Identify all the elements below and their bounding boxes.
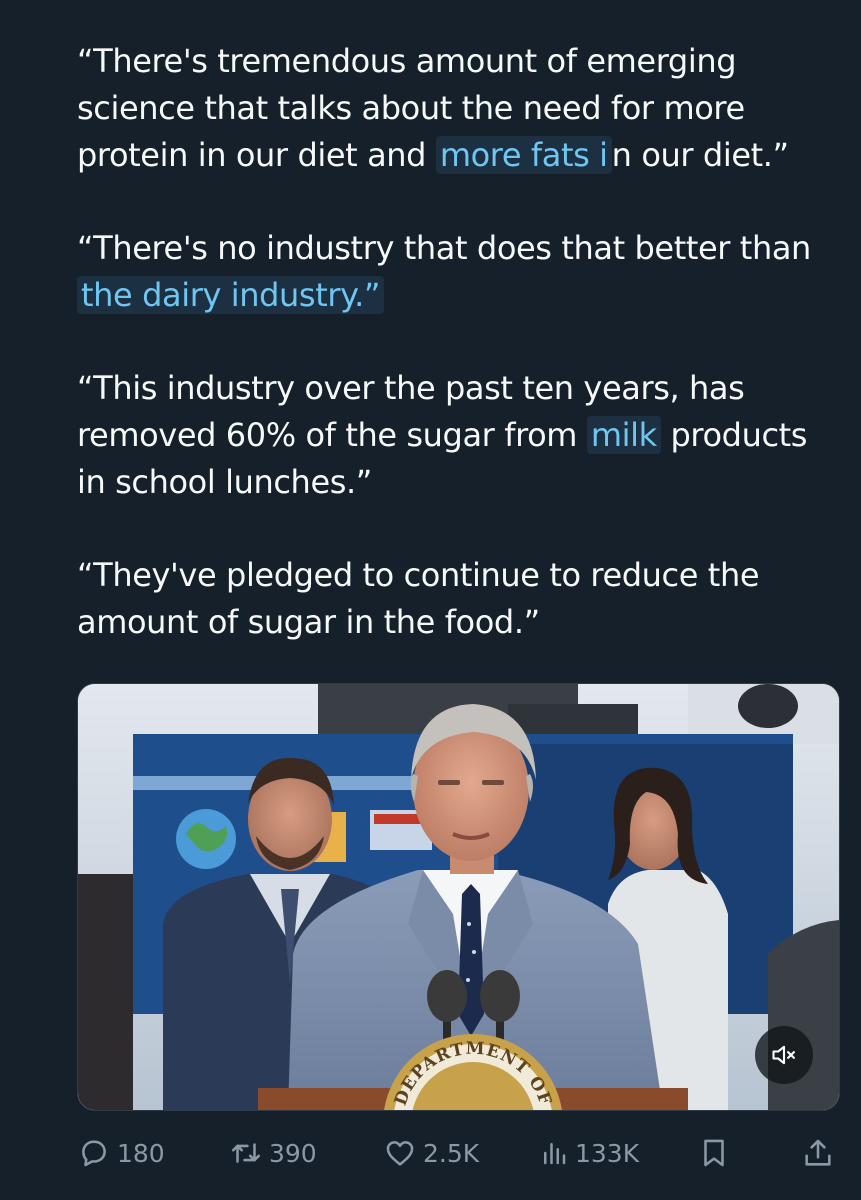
like-button[interactable]: 2.5K (383, 1130, 479, 1176)
post-paragraph: “They've pledged to continue to reduce t… (77, 552, 837, 646)
views-button[interactable]: 133K (539, 1130, 639, 1176)
highlighted-text: the dairy industry.” (77, 276, 385, 314)
highlighted-text: more fats i (435, 136, 612, 174)
share-icon (805, 1139, 831, 1166)
post-paragraph: “There's no industry that does that bett… (77, 225, 837, 319)
heart-icon (386, 1141, 414, 1166)
reply-button[interactable]: 180 (77, 1130, 165, 1176)
repost-button[interactable]: 390 (229, 1130, 317, 1176)
views-chart-icon (544, 1143, 566, 1165)
highlighted-text: milk (586, 416, 661, 454)
paragraph-text: “There's no industry that does that bett… (77, 229, 811, 267)
view-count: 133K (575, 1138, 640, 1168)
reply-count: 180 (117, 1138, 165, 1168)
video-player[interactable]: DEPARTMENT OF (77, 683, 840, 1111)
post-paragraph: “This industry over the past ten years, … (77, 365, 837, 506)
share-button[interactable] (801, 1130, 835, 1176)
repost-icon (231, 1143, 261, 1163)
reply-icon (82, 1140, 106, 1167)
bookmark-icon (704, 1139, 724, 1167)
video-frame: DEPARTMENT OF (78, 684, 839, 1110)
paragraph-text: “They've pledged to continue to reduce t… (77, 556, 760, 641)
paragraph-text: n our diet.” (611, 136, 789, 174)
bookmark-button[interactable] (697, 1130, 731, 1176)
post-paragraph: “There's tremendous amount of emerging s… (77, 38, 837, 179)
repost-count: 390 (269, 1138, 317, 1168)
post-actions: 180 390 2.5K 133K (77, 1130, 838, 1176)
like-count: 2.5K (423, 1138, 480, 1168)
speaker-muted-icon (772, 1045, 795, 1065)
post-text: “There's tremendous amount of emerging s… (77, 38, 837, 646)
mute-button[interactable] (755, 1026, 813, 1084)
